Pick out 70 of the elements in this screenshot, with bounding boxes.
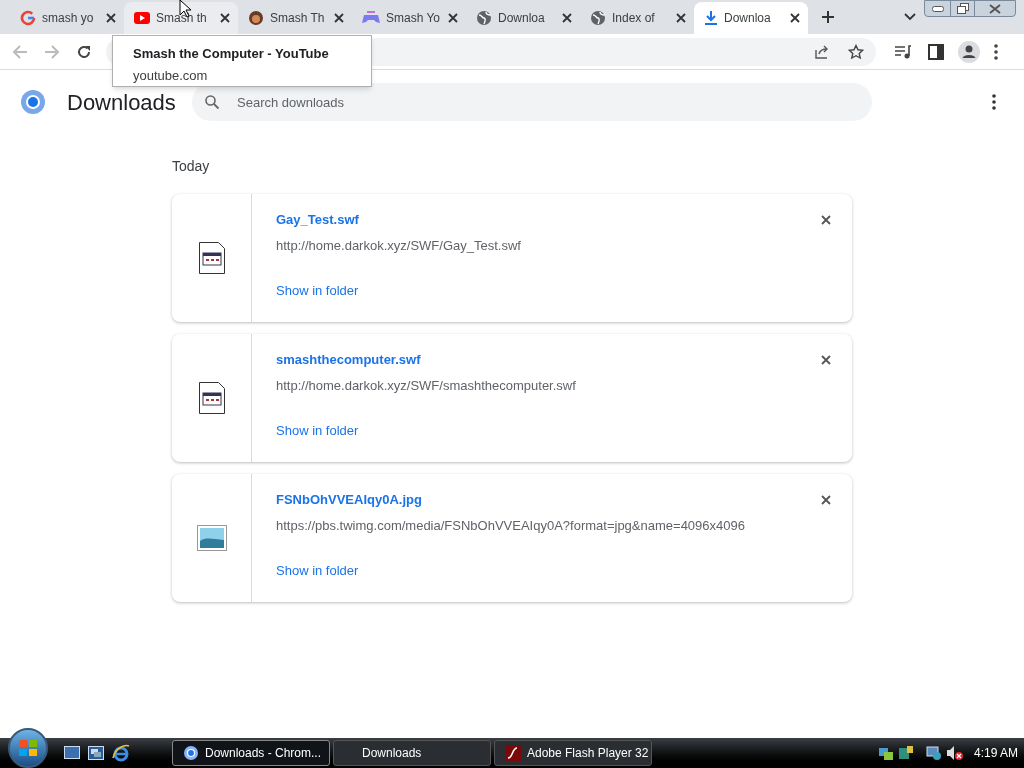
google-g-icon	[20, 10, 36, 26]
media-control-icon[interactable]	[894, 43, 912, 60]
minimize-icon	[931, 5, 944, 12]
show-desktop-icon[interactable]	[64, 746, 80, 760]
browser-tab[interactable]: Downloa	[694, 2, 808, 34]
chevron-down-icon	[904, 13, 916, 21]
browser-e-icon[interactable]	[112, 744, 130, 762]
search-icon	[204, 94, 220, 110]
profile-icon[interactable]	[958, 40, 980, 63]
close-tab-icon[interactable]	[676, 13, 686, 23]
star-icon[interactable]	[848, 43, 864, 60]
globe-icon	[590, 10, 606, 26]
play-icon	[134, 12, 150, 24]
source-url: https://pbs.twimg.com/media/FSNbOhVVEAIqy0A?format=jpg&name=4096x4096	[276, 518, 746, 534]
source-url: http://home.darkok.xyz/SWF/smashthecomputer.swf	[276, 378, 577, 394]
muted-speaker-icon[interactable]	[946, 745, 964, 761]
browser-tab[interactable]: Downloa	[466, 2, 580, 34]
flash-icon	[505, 745, 521, 761]
file-name-link[interactable]: smashthecomputer.swf	[276, 352, 852, 368]
more-options-icon[interactable]	[992, 94, 996, 110]
file-icon	[198, 382, 225, 414]
clock[interactable]: 4:19 AM	[974, 744, 1019, 762]
window-switcher-icon[interactable]	[88, 746, 104, 760]
show-in-folder-link[interactable]: Show in folder	[276, 563, 359, 579]
browser-tab[interactable]: Smash th	[124, 2, 238, 34]
share-icon[interactable]	[814, 43, 830, 60]
gamepad-icon	[362, 11, 380, 25]
source-url: http://home.darkok.xyz/SWF/Gay_Test.swf	[276, 238, 522, 254]
image-file-icon	[196, 525, 227, 551]
remove-icon[interactable]	[821, 495, 831, 505]
browser-tab[interactable]: smash yo	[10, 2, 124, 34]
windows-logo-icon	[18, 738, 38, 758]
side-panel-icon[interactable]	[928, 43, 944, 60]
reload-icon[interactable]	[76, 43, 92, 60]
restore-icon	[956, 3, 969, 14]
plus-icon	[821, 10, 835, 24]
show-in-folder-link[interactable]: Show in folder	[276, 423, 359, 439]
chrome-logo-icon	[20, 89, 46, 115]
browser-tab[interactable]: Smash Th	[238, 2, 352, 34]
remove-icon[interactable]	[821, 215, 831, 225]
close-tab-icon[interactable]	[220, 13, 230, 23]
close-tab-icon[interactable]	[448, 13, 458, 23]
avatar-icon	[248, 10, 264, 26]
taskbar-button[interactable]: Downloads - Chrom...	[172, 740, 330, 766]
section-heading: Today	[172, 157, 211, 176]
file-name-link[interactable]: Gay_Test.swf	[276, 212, 852, 228]
remove-icon[interactable]	[821, 355, 831, 365]
download-icon	[704, 10, 718, 26]
close-tab-icon[interactable]	[334, 13, 344, 23]
browser-tab[interactable]: Index of	[580, 2, 694, 34]
taskbar-button[interactable]: Adobe Flash Player 32	[494, 740, 652, 766]
monitor-icon[interactable]	[926, 745, 942, 761]
close-tab-icon[interactable]	[106, 13, 116, 23]
update-icon[interactable]	[898, 745, 914, 761]
close-tab-icon[interactable]	[562, 13, 572, 23]
tooltip-subtitle: youtube.com	[133, 66, 209, 85]
menu-icon[interactable]	[994, 43, 998, 60]
close-tab-icon[interactable]	[790, 13, 800, 23]
network-icon[interactable]	[878, 745, 894, 761]
show-in-folder-link[interactable]: Show in folder	[276, 283, 359, 299]
close-icon	[989, 3, 1001, 14]
browser-tab[interactable]: Smash Yo	[352, 2, 466, 34]
start-button[interactable]	[8, 728, 48, 768]
globe-icon	[476, 10, 492, 26]
file-name-link[interactable]: FSNbOhVVEAIqy0A.jpg	[276, 492, 852, 508]
taskbar-button[interactable]: Downloads	[333, 740, 491, 766]
file-icon	[198, 242, 225, 274]
tooltip-title: Smash the Computer - YouTube	[133, 45, 330, 63]
chrome-icon	[183, 745, 199, 761]
search-field[interactable]: Search downloads	[192, 83, 872, 121]
